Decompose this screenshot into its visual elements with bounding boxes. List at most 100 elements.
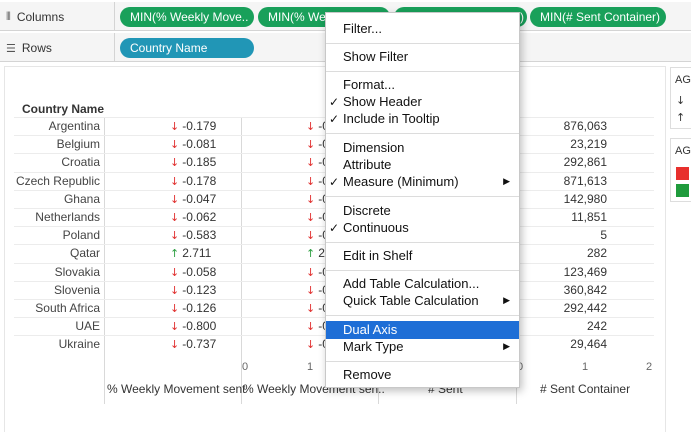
row-header-country[interactable]: Slovenia <box>14 283 100 297</box>
menu-item-quick-table-calculation[interactable]: Quick Table Calculation ▶ <box>326 292 519 310</box>
down-arrow-icon: ↓ <box>306 284 316 297</box>
down-arrow-icon: ↓ <box>676 94 686 107</box>
column-footer-weekly-movement[interactable]: % Weekly Movement sent <box>107 382 246 396</box>
menu-item-mark-type[interactable]: Mark Type ▶ <box>326 338 519 356</box>
menu-item-discrete[interactable]: Discrete <box>326 202 519 220</box>
sent-container-value[interactable]: 123,469 <box>537 265 607 279</box>
menu-item-include-in-tooltip[interactable]: ✓ Include in Tooltip <box>326 110 519 128</box>
axis-tick: 0 <box>242 361 249 373</box>
menu-item-format[interactable]: Format... <box>326 76 519 94</box>
row-header-country[interactable]: UAE <box>14 319 100 333</box>
row-header-country[interactable]: Qatar <box>14 246 100 260</box>
down-arrow-icon: ↓ <box>170 138 180 151</box>
sent-container-value[interactable]: 23,219 <box>537 137 607 151</box>
weekly-movement-value: -0.179 <box>182 119 217 133</box>
sent-container-value[interactable]: 282 <box>537 246 607 260</box>
weekly-movement-value: -0.178 <box>182 174 217 188</box>
color-legend[interactable]: AG <box>670 138 691 202</box>
checkmark-icon: ✓ <box>329 175 340 189</box>
down-arrow-icon: ↓ <box>170 302 180 315</box>
menu-separator <box>326 196 519 197</box>
menu-item-edit-in-shelf[interactable]: Edit in Shelf <box>326 247 519 265</box>
weekly-movement-cell[interactable]: ↓ -0.737 <box>170 337 216 351</box>
down-arrow-icon: ↓ <box>306 229 316 242</box>
weekly-movement-cell[interactable]: ↓ -0.123 <box>170 283 216 297</box>
legend-swatch-red[interactable] <box>676 167 689 180</box>
row-header-country[interactable]: South Africa <box>14 301 100 315</box>
down-arrow-icon: ↓ <box>306 138 316 151</box>
menu-item-measure[interactable]: ✓ Measure (Minimum) ▶ <box>326 173 519 191</box>
menu-item-dimension[interactable]: Dimension <box>326 139 519 157</box>
sent-container-value[interactable]: 876,063 <box>537 119 607 133</box>
legend-title: AG <box>675 74 691 86</box>
row-header-country[interactable]: Ghana <box>14 192 100 206</box>
down-arrow-icon: ↓ <box>170 175 180 188</box>
rows-pill-country-name[interactable]: Country Name <box>120 38 254 58</box>
menu-separator <box>326 361 519 362</box>
direction-legend[interactable]: AG ↓ ↑ <box>670 67 691 129</box>
menu-item-add-table-calculation[interactable]: Add Table Calculation... <box>326 275 519 293</box>
menu-item-remove[interactable]: Remove <box>326 366 519 384</box>
column-footer-sent-container[interactable]: # Sent Container <box>540 382 630 396</box>
sent-container-value[interactable]: 871,613 <box>537 174 607 188</box>
weekly-movement-cell[interactable]: ↓ -0.047 <box>170 192 216 206</box>
menu-item-filter[interactable]: Filter... <box>326 20 519 38</box>
menu-separator <box>326 242 519 243</box>
sent-container-value[interactable]: 29,464 <box>537 337 607 351</box>
menu-item-continuous[interactable]: ✓ Continuous <box>326 219 519 237</box>
columns-pill-sent-container-2[interactable]: MIN(# Sent Container) <box>530 7 666 27</box>
columns-pill-weekly-movement-1[interactable]: MIN(% Weekly Move.. <box>120 7 254 27</box>
weekly-movement-cell[interactable]: ↓ -0.062 <box>170 210 216 224</box>
weekly-movement-cell[interactable]: ↓ -0.800 <box>170 319 216 333</box>
down-arrow-icon: ↓ <box>306 211 316 224</box>
row-header-country[interactable]: Slovakia <box>14 265 100 279</box>
row-header-country[interactable]: Ukraine <box>14 337 100 351</box>
weekly-movement-value: -0.185 <box>182 155 217 169</box>
row-header-title: Country Name <box>22 102 105 116</box>
weekly-movement-cell-2[interactable]: ↑ 2 <box>306 246 325 260</box>
legend-swatch-green[interactable] <box>676 184 689 197</box>
menu-item-dual-axis[interactable]: Dual Axis <box>326 321 519 339</box>
legend-title: AG <box>675 145 691 157</box>
menu-item-show-filter[interactable]: Show Filter <box>326 48 519 66</box>
weekly-movement-cell[interactable]: ↓ -0.179 <box>170 119 216 133</box>
sent-container-value[interactable]: 292,442 <box>537 301 607 315</box>
shelf-divider <box>114 33 115 62</box>
down-arrow-icon: ↓ <box>306 156 316 169</box>
weekly-movement-cell[interactable]: ↓ -0.081 <box>170 137 216 151</box>
row-header-country[interactable]: Poland <box>14 228 100 242</box>
columns-shelf-label: ⦀ Columns <box>6 10 65 24</box>
weekly-movement-cell[interactable]: ↓ -0.058 <box>170 265 216 279</box>
weekly-movement-cell[interactable]: ↓ -0.126 <box>170 301 216 315</box>
down-arrow-icon: ↓ <box>170 120 180 133</box>
sent-container-value[interactable]: 5 <box>537 228 607 242</box>
sent-container-value[interactable]: 292,861 <box>537 155 607 169</box>
row-header-country[interactable]: Belgium <box>14 137 100 151</box>
weekly-movement-cell[interactable]: ↓ -0.178 <box>170 174 216 188</box>
down-arrow-icon: ↓ <box>170 229 180 242</box>
down-arrow-icon: ↓ <box>170 156 180 169</box>
menu-item-show-header[interactable]: ✓ Show Header <box>326 93 519 111</box>
weekly-movement-cell[interactable]: ↓ -0.185 <box>170 155 216 169</box>
weekly-movement-cell[interactable]: ↓ -0.583 <box>170 228 216 242</box>
weekly-movement-cell[interactable]: ↑ 2.711 <box>170 246 211 260</box>
down-arrow-icon: ↓ <box>170 320 180 333</box>
sent-container-value[interactable]: 360,842 <box>537 283 607 297</box>
columns-icon: ⦀ <box>6 10 11 23</box>
up-arrow-icon: ↑ <box>676 111 686 124</box>
row-header-country[interactable]: Argentina <box>14 119 100 133</box>
row-header-country[interactable]: Netherlands <box>14 210 100 224</box>
weekly-movement-value: -0.062 <box>182 210 217 224</box>
row-header-country[interactable]: Croatia <box>14 155 100 169</box>
sent-container-value[interactable]: 242 <box>537 319 607 333</box>
axis-tick: 2 <box>646 361 653 373</box>
menu-item-attribute[interactable]: Attribute <box>326 156 519 174</box>
weekly-movement-value: -0.058 <box>182 265 217 279</box>
checkmark-icon: ✓ <box>329 95 340 109</box>
sent-container-value[interactable]: 142,980 <box>537 192 607 206</box>
row-header-country[interactable]: Czech Republic <box>14 174 100 188</box>
sent-container-value[interactable]: 11,851 <box>537 210 607 224</box>
weekly-movement-value: 2.711 <box>182 246 212 260</box>
down-arrow-icon: ↓ <box>170 284 180 297</box>
down-arrow-icon: ↓ <box>306 193 316 206</box>
